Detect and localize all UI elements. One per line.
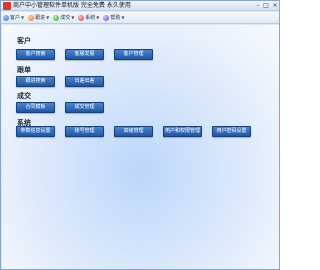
chevron-down-icon: ▼ bbox=[46, 15, 50, 20]
chevron-down-icon: ▼ bbox=[121, 15, 125, 20]
chevron-down-icon: ▼ bbox=[21, 15, 25, 20]
param-settings-button[interactable]: 参数信息设置 bbox=[16, 126, 55, 137]
chevron-down-icon: ▼ bbox=[96, 15, 100, 20]
maximize-icon[interactable]: □ bbox=[262, 2, 270, 9]
customer-service-button[interactable]: 客服发展 bbox=[65, 49, 104, 60]
toolbar-deal-menu[interactable]: 成交 ▼ bbox=[53, 14, 74, 21]
section-customer-label: 客户 bbox=[17, 37, 31, 45]
section-followup-label: 跟单 bbox=[17, 66, 31, 74]
toolbar-item-label: 帮助 bbox=[110, 15, 121, 21]
toolbar-item-label: 客户 bbox=[10, 15, 21, 21]
user-password-button[interactable]: 用户密码设置 bbox=[212, 126, 251, 137]
contract-template-button[interactable]: 合同模板 bbox=[16, 102, 55, 113]
toolbar-system-menu[interactable]: 系统 ▼ bbox=[78, 14, 99, 21]
user-permission-button[interactable]: 用户和权限管理 bbox=[163, 126, 202, 137]
toolbar-customer-menu[interactable]: 客户 ▼ bbox=[3, 14, 24, 21]
close-icon[interactable]: × bbox=[271, 2, 279, 9]
follow-icon bbox=[28, 14, 35, 21]
user-icon bbox=[3, 14, 9, 21]
customer-manage-button[interactable]: 客户管理 bbox=[114, 49, 153, 60]
business-trip-button[interactable]: 出差出差 bbox=[65, 76, 104, 87]
chevron-down-icon: ▼ bbox=[71, 15, 75, 20]
toolbar-item-label: 跟进 bbox=[35, 15, 46, 21]
deal-icon bbox=[53, 14, 60, 21]
toolbar-follow-menu[interactable]: 跟进 ▼ bbox=[28, 14, 49, 21]
minimize-icon[interactable]: – bbox=[254, 2, 262, 9]
title-bar: 商户中小管理软件单机版 完全免费 永久使用 – □ × bbox=[1, 1, 279, 11]
toolbar-item-label: 系统 bbox=[85, 15, 96, 21]
toolbar: 客户 ▼ 跟进 ▼ 成交 ▼ 系统 ▼ 帮助 ▼ bbox=[1, 12, 279, 24]
toolbar-help-menu[interactable]: 帮助 ▼ bbox=[103, 14, 124, 21]
app-icon bbox=[3, 2, 11, 10]
customer-search-button[interactable]: 客户搜索 bbox=[16, 49, 55, 60]
section-deal-label: 成交 bbox=[17, 92, 31, 100]
followup-search-button[interactable]: 跟进搜索 bbox=[16, 76, 55, 87]
account-manage-button[interactable]: 账号管理 bbox=[65, 126, 104, 137]
system-icon bbox=[78, 14, 85, 21]
main-panel: 客户 客户搜索 客服发展 客户管理 跟单 跟进搜索 出差出差 成交 合同模板 成… bbox=[2, 25, 279, 269]
deal-manage-button[interactable]: 成交管理 bbox=[65, 102, 104, 113]
app-window: 商户中小管理软件单机版 完全免费 永久使用 – □ × 客户 ▼ 跟进 ▼ 成交… bbox=[0, 0, 280, 270]
window-title: 商户中小管理软件单机版 完全免费 永久使用 bbox=[13, 2, 131, 9]
advanced-manage-button[interactable]: 高级管理 bbox=[114, 126, 153, 137]
toolbar-item-label: 成交 bbox=[60, 15, 71, 21]
help-icon bbox=[103, 14, 110, 21]
